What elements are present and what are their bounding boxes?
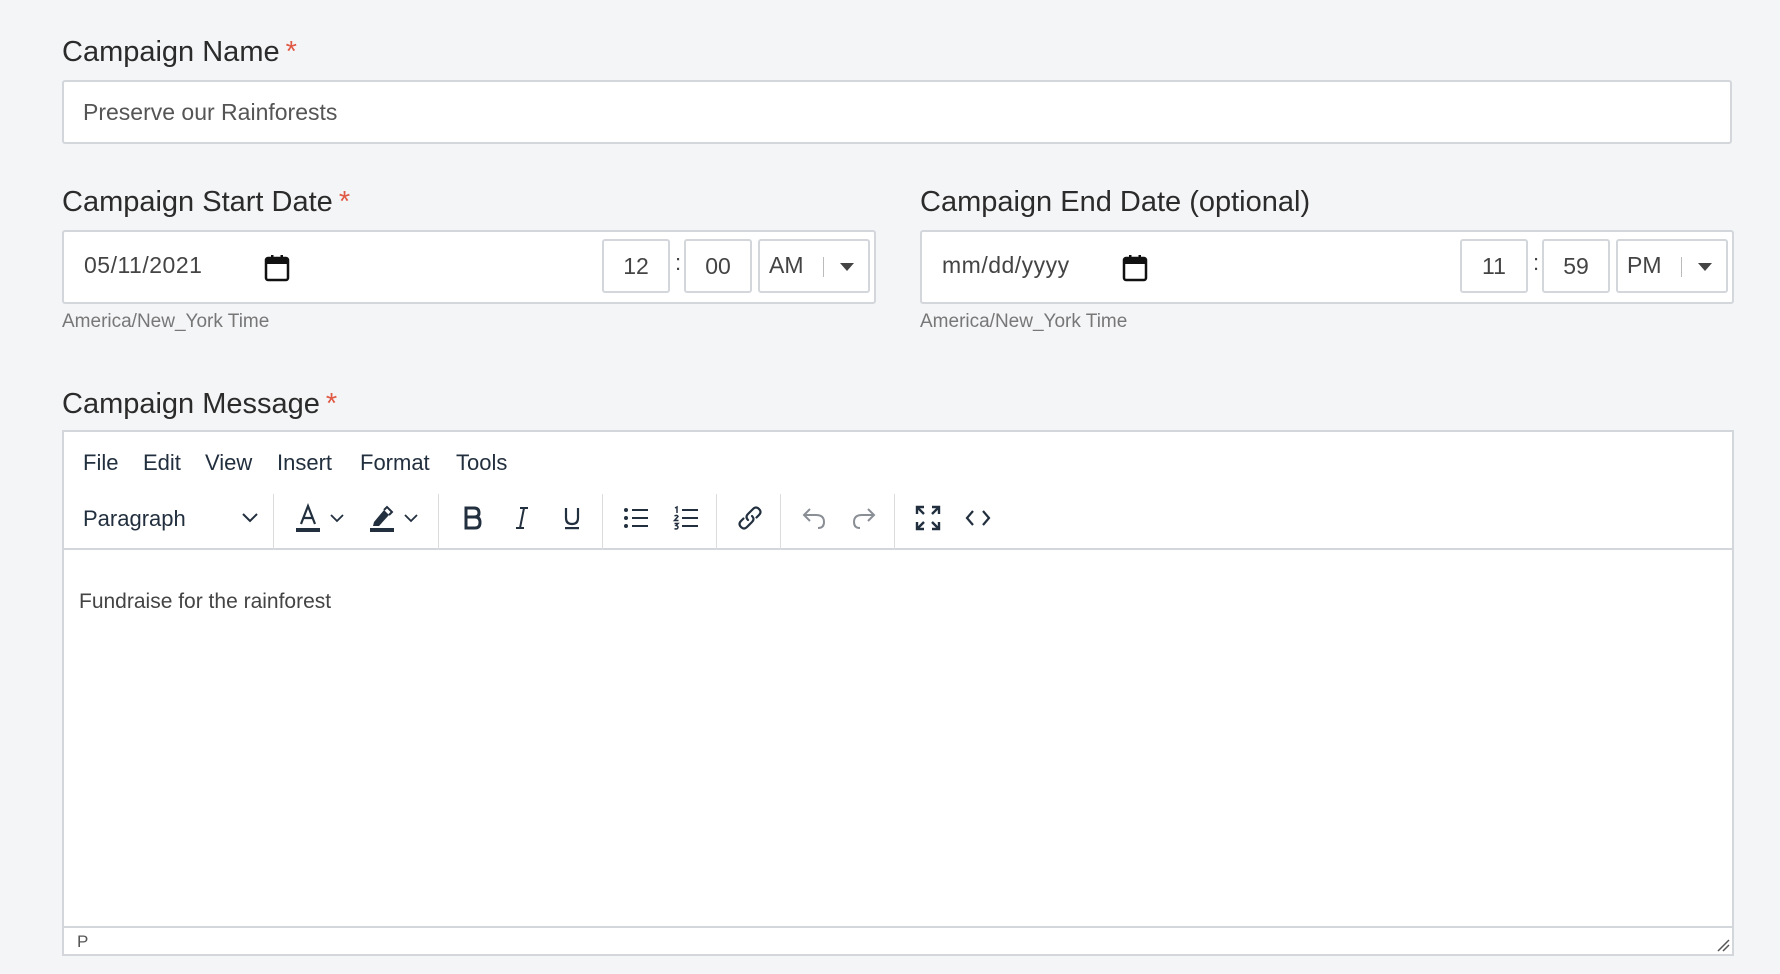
caret-down-icon: [1698, 263, 1712, 271]
menu-edit[interactable]: Edit: [143, 450, 181, 476]
campaign-start-date-label: Campaign Start Date *: [62, 186, 350, 219]
block-format-value: Paragraph: [83, 506, 186, 531]
source-code-icon[interactable]: [960, 500, 996, 536]
editor-toolbar: Paragraph: [64, 488, 1732, 550]
toolbar-divider: [894, 494, 895, 550]
end-date-group: mm/dd/yyyy 11 : 59 PM: [920, 230, 1734, 304]
chevron-down-icon: [238, 500, 262, 536]
toolbar-divider: [716, 494, 717, 550]
campaign-name-input[interactable]: [62, 80, 1732, 144]
fullscreen-icon[interactable]: [910, 500, 946, 536]
time-colon: :: [1533, 250, 1540, 275]
menu-file[interactable]: File: [83, 450, 118, 476]
toolbar-divider: [780, 494, 781, 550]
start-minute-input[interactable]: 00: [684, 239, 752, 293]
menu-insert[interactable]: Insert: [277, 450, 332, 476]
end-timezone-note: America/New_York Time: [920, 311, 1128, 332]
campaign-name-label: Campaign Name *: [62, 36, 297, 69]
start-date-group: 05/11/2021 12 : 00 AM: [62, 230, 876, 304]
chevron-down-icon[interactable]: [402, 500, 420, 536]
editor-statusbar: P: [64, 926, 1732, 954]
calendar-icon[interactable]: [264, 254, 290, 282]
underline-icon[interactable]: [554, 500, 590, 536]
time-colon: :: [675, 250, 682, 275]
end-ampm-select[interactable]: PM: [1616, 239, 1728, 293]
required-mark: *: [325, 388, 338, 420]
campaign-end-date-label: Campaign End Date (optional): [920, 186, 1310, 219]
editor-paragraph: Fundraise for the rainforest: [79, 590, 332, 613]
required-mark: *: [338, 186, 351, 218]
resize-handle-icon[interactable]: [1714, 936, 1730, 952]
calendar-icon[interactable]: [1122, 254, 1148, 282]
select-divider: [823, 257, 824, 277]
start-hour-input[interactable]: 12: [602, 239, 670, 293]
campaign-name-label-text: Campaign Name: [62, 36, 280, 68]
toolbar-divider: [438, 494, 439, 550]
numbered-list-icon[interactable]: [668, 500, 704, 536]
element-path[interactable]: P: [77, 932, 88, 952]
end-date-input[interactable]: mm/dd/yyyy: [942, 252, 1070, 279]
campaign-start-date-label-text: Campaign Start Date: [62, 186, 333, 218]
bold-icon[interactable]: [454, 500, 490, 536]
start-date-input[interactable]: 05/11/2021: [84, 252, 202, 279]
campaign-end-date-label-text: Campaign End Date (optional): [920, 186, 1311, 218]
start-timezone-note: America/New_York Time: [62, 311, 270, 332]
chevron-down-icon[interactable]: [328, 500, 346, 536]
required-mark: *: [285, 36, 297, 68]
caret-down-icon: [840, 263, 854, 271]
editor-menubar: File Edit View Insert Format Tools: [64, 432, 1732, 488]
campaign-message-label-text: Campaign Message: [62, 388, 320, 420]
start-ampm-select[interactable]: AM: [758, 239, 870, 293]
toolbar-divider: [273, 494, 274, 550]
select-divider: [1681, 257, 1682, 277]
editor-content-area[interactable]: Fundraise for the rainforest: [79, 590, 331, 614]
text-color-icon[interactable]: [290, 500, 326, 536]
redo-icon[interactable]: [846, 500, 882, 536]
start-ampm-value: AM: [769, 252, 804, 278]
menu-tools[interactable]: Tools: [456, 450, 507, 476]
toolbar-divider: [602, 494, 603, 550]
undo-icon[interactable]: [796, 500, 832, 536]
link-icon[interactable]: [732, 500, 768, 536]
end-minute-input[interactable]: 59: [1542, 239, 1610, 293]
bullet-list-icon[interactable]: [618, 500, 654, 536]
menu-format[interactable]: Format: [360, 450, 430, 476]
highlight-color-icon[interactable]: [364, 500, 400, 536]
campaign-message-label: Campaign Message *: [62, 388, 337, 421]
end-hour-input[interactable]: 11: [1460, 239, 1528, 293]
end-ampm-value: PM: [1627, 252, 1662, 278]
rich-text-editor: File Edit View Insert Format Tools Parag…: [62, 430, 1734, 956]
menu-view[interactable]: View: [205, 450, 252, 476]
italic-icon[interactable]: [504, 500, 540, 536]
